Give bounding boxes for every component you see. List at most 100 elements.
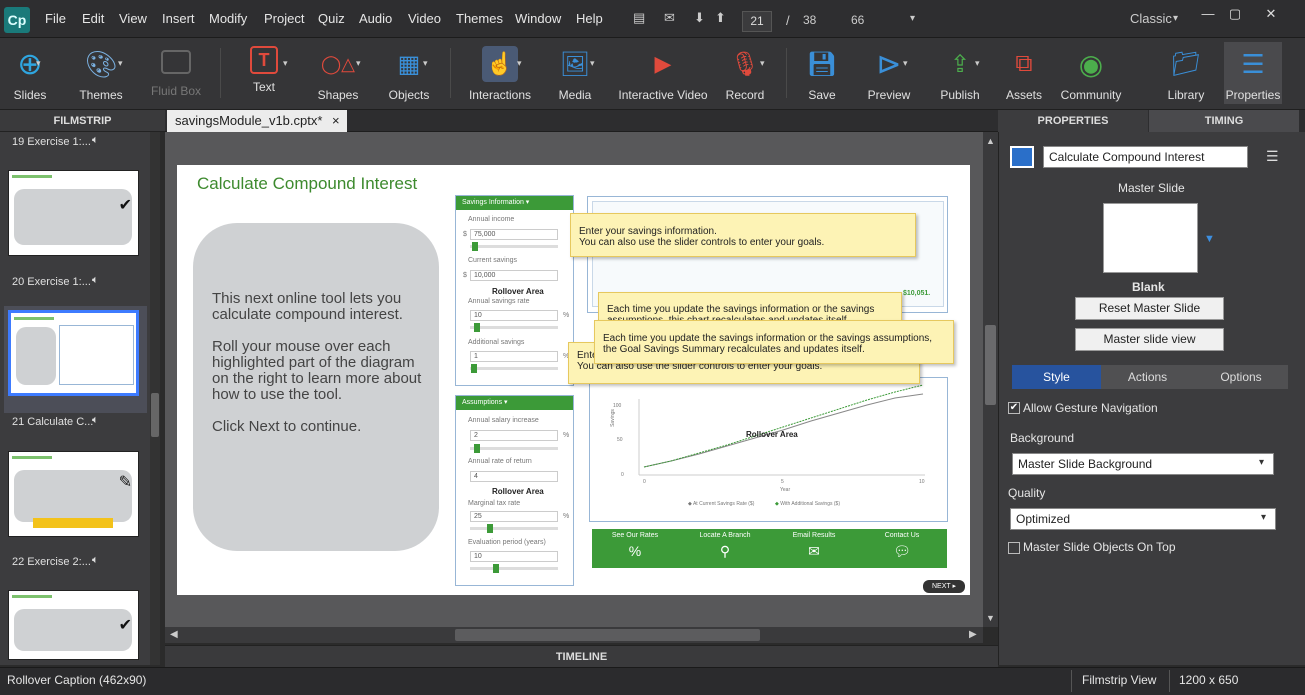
themes-dropdown-icon[interactable]: ▾	[118, 58, 123, 69]
preview-dropdown-icon[interactable]: ▾	[903, 58, 908, 69]
maximize-icon[interactable]: ▢	[1222, 4, 1248, 24]
minimize-icon[interactable]: —	[1195, 4, 1221, 24]
stage-horizontal-scroll-thumb[interactable]	[455, 629, 760, 641]
quality-select[interactable]: Optimized	[1010, 508, 1276, 530]
menu-help[interactable]: Help	[576, 11, 603, 26]
scroll-up-icon[interactable]: ▲	[986, 136, 995, 146]
marginal-tax-slider[interactable]	[470, 527, 558, 530]
fluid-box-button[interactable]: Fluid Box	[148, 42, 204, 98]
publish-button[interactable]: ⇪ Publish	[935, 42, 985, 103]
interactive-video-button[interactable]: ▶ Interactive Video	[617, 42, 709, 102]
rollover-caption-savings[interactable]: Enter your savings information. You can …	[570, 213, 916, 257]
text-button[interactable]: T Text	[240, 42, 288, 94]
chevron-down-icon[interactable]: ▾	[1261, 512, 1266, 523]
additional-savings-input[interactable]: 1	[470, 351, 558, 362]
additional-savings-slider[interactable]	[470, 367, 558, 370]
filmstrip-item-label[interactable]: 19 Exercise 1:...	[12, 136, 91, 148]
tab-timing[interactable]: TIMING	[1149, 110, 1299, 132]
current-slide-field[interactable]: 21	[742, 11, 772, 32]
see-our-rates-button[interactable]: See Our Rates%	[595, 532, 675, 559]
slider-knob[interactable]	[487, 524, 493, 533]
community-button[interactable]: ◉ Community	[1060, 42, 1122, 103]
publish-dropdown-icon[interactable]: ▾	[975, 58, 980, 69]
slider-knob[interactable]	[472, 242, 478, 251]
current-savings-input[interactable]: 10,000	[470, 270, 558, 281]
menu-quiz[interactable]: Quiz	[318, 11, 345, 26]
tab-style[interactable]: Style	[1012, 365, 1101, 389]
interactions-dropdown-icon[interactable]: ▾	[517, 58, 522, 69]
intro-bubble-text[interactable]: This next online tool lets you calculate…	[212, 291, 432, 451]
menu-window[interactable]: Window	[515, 11, 561, 26]
rollover-area-label[interactable]: Rollover Area	[492, 487, 544, 496]
salary-increase-input[interactable]: 2	[470, 430, 558, 441]
master-objects-on-top-checkbox[interactable]	[1008, 542, 1020, 554]
rate-of-return-input[interactable]: 4	[470, 471, 558, 482]
timeline-panel-header[interactable]: TIMELINE	[165, 645, 998, 667]
annual-income-slider[interactable]	[470, 245, 558, 248]
close-icon[interactable]: ✕	[1258, 4, 1284, 24]
rollover-area-label[interactable]: Rollover Area	[492, 287, 544, 296]
shapes-button[interactable]: ◯△ Shapes	[313, 42, 363, 103]
savings-rate-slider[interactable]	[470, 326, 558, 329]
menu-view[interactable]: View	[119, 11, 147, 26]
media-dropdown-icon[interactable]: ▾	[590, 58, 595, 69]
background-select[interactable]: Master Slide Background	[1012, 453, 1274, 475]
evaluation-period-input[interactable]: 10	[470, 551, 558, 562]
properties-button[interactable]: ☰ Properties	[1224, 42, 1282, 104]
objects-button[interactable]: ▦ Objects	[385, 42, 433, 103]
menu-video[interactable]: Video	[408, 11, 441, 26]
media-button[interactable]: 🖼︎ Media	[552, 42, 598, 103]
interactions-button[interactable]: ☝ Interactions	[467, 42, 533, 102]
salary-increase-slider[interactable]	[470, 447, 558, 450]
rollover-caption-summary[interactable]: Each time you update the savings informa…	[594, 320, 954, 364]
menu-file[interactable]: File	[45, 11, 66, 26]
scroll-left-icon[interactable]: ◀	[170, 629, 178, 640]
next-button[interactable]: NEXT ▸	[923, 580, 965, 593]
assets-button[interactable]: ⧉ Assets	[1003, 42, 1045, 102]
menu-project[interactable]: Project	[264, 11, 304, 26]
tab-actions[interactable]: Actions	[1101, 365, 1194, 389]
text-dropdown-icon[interactable]: ▾	[283, 58, 288, 69]
filmstrip-scroll-thumb[interactable]	[151, 393, 159, 437]
slides-dropdown-icon[interactable]: ▾	[36, 58, 41, 69]
master-slide-dropdown-icon[interactable]: ▼	[1204, 233, 1215, 245]
marginal-tax-input[interactable]: 25	[470, 511, 558, 522]
filmstrip-item-label[interactable]: 22 Exercise 2:...	[12, 556, 91, 568]
themes-button[interactable]: 🎨︎ Themes	[74, 42, 128, 103]
zoom-value[interactable]: 66	[851, 13, 864, 27]
annual-income-input[interactable]: 75,000	[470, 229, 558, 240]
workspace-switcher[interactable]: Classic	[1130, 11, 1172, 26]
scroll-right-icon[interactable]: ▶	[969, 629, 977, 640]
mail-icon[interactable]: ✉	[664, 10, 675, 26]
captions-icon[interactable]: ▤	[633, 10, 645, 26]
filmstrip-item-label-selected[interactable]: 21 Calculate C...	[12, 416, 93, 428]
annual-savings-rate-input[interactable]: 10	[470, 310, 558, 321]
workspace-dropdown-icon[interactable]: ▾	[1173, 13, 1178, 24]
slider-knob[interactable]	[474, 323, 480, 332]
slider-knob[interactable]	[474, 444, 480, 453]
record-dropdown-icon[interactable]: ▾	[760, 58, 765, 69]
close-tab-icon[interactable]: ×	[332, 113, 340, 128]
save-button[interactable]: 💾︎ Save	[802, 42, 842, 103]
scroll-down-icon[interactable]: ▼	[986, 613, 995, 623]
filmstrip-thumbnail[interactable]: ✎	[8, 451, 139, 537]
menu-themes[interactable]: Themes	[456, 11, 503, 26]
preview-button[interactable]: ⊳ Preview	[864, 42, 914, 103]
panel-menu-icon[interactable]: ☰	[1266, 148, 1279, 165]
filmstrip-thumbnail-selected[interactable]	[8, 310, 139, 396]
tab-properties[interactable]: PROPERTIES	[998, 110, 1148, 132]
slides-button[interactable]: ⊕ Slides	[6, 42, 54, 103]
arrow-up-icon[interactable]: ⬆	[715, 10, 726, 26]
slider-knob[interactable]	[493, 564, 499, 573]
menu-insert[interactable]: Insert	[162, 11, 195, 26]
filmstrip-item-label[interactable]: 20 Exercise 1:...	[12, 276, 91, 288]
rollover-area-label[interactable]: Rollover Area	[746, 430, 798, 439]
shapes-dropdown-icon[interactable]: ▾	[356, 58, 361, 69]
record-button[interactable]: 🎙︎ Record	[723, 42, 767, 103]
arrow-down-icon[interactable]: ⬇	[694, 10, 705, 26]
reset-master-slide-button[interactable]: Reset Master Slide	[1075, 297, 1224, 320]
stage-vertical-scroll-thumb[interactable]	[985, 325, 996, 405]
objects-dropdown-icon[interactable]: ▾	[423, 58, 428, 69]
master-slide-view-button[interactable]: Master slide view	[1075, 328, 1224, 351]
menu-audio[interactable]: Audio	[359, 11, 392, 26]
